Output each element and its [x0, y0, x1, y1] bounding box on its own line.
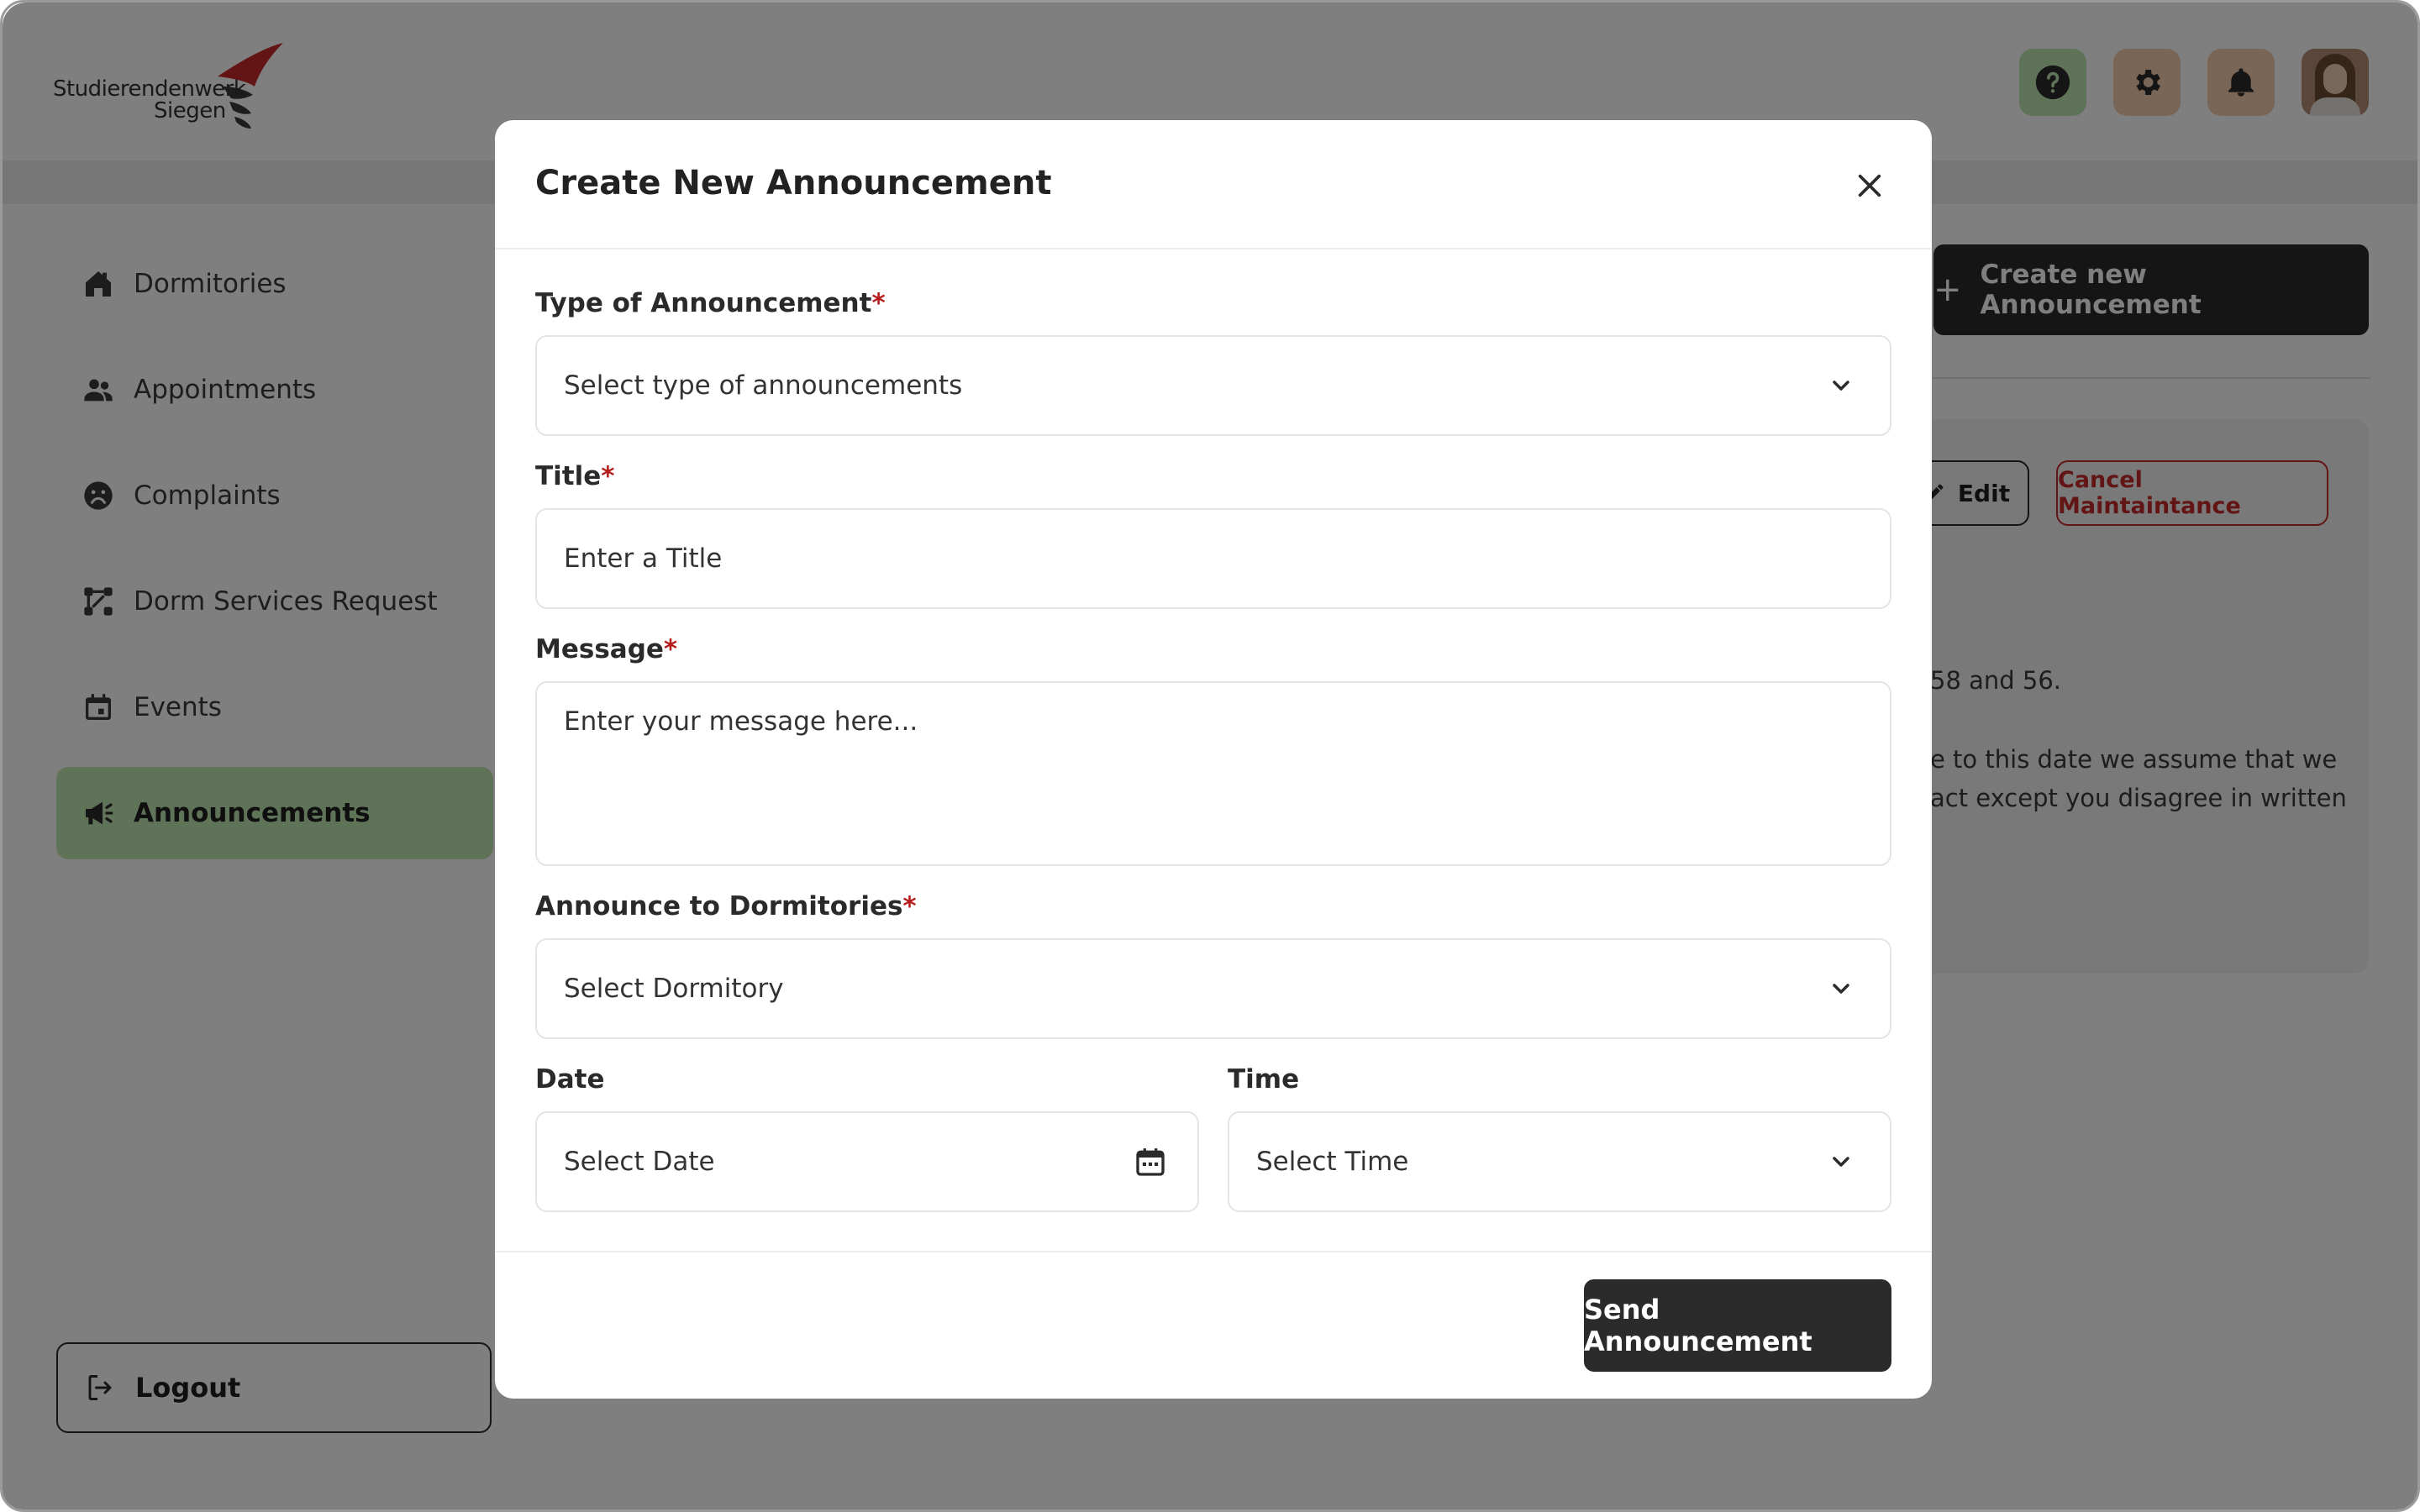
required-mark: *: [871, 288, 886, 318]
send-label: Send Announcement: [1584, 1294, 1812, 1357]
dormitory-select[interactable]: Select Dormitory: [535, 938, 1891, 1039]
date-picker[interactable]: Select Date: [535, 1111, 1199, 1212]
required-mark: *: [902, 891, 917, 921]
chevron-down-icon: [1833, 381, 1849, 391]
type-label: Type of Announcement*: [535, 288, 886, 318]
calendar-icon[interactable]: [1134, 1145, 1167, 1179]
message-textarea[interactable]: Enter your message here...: [535, 681, 1891, 866]
title-input[interactable]: Enter a Title: [535, 508, 1891, 609]
send-announcement-button[interactable]: Send Announcement: [1584, 1279, 1891, 1372]
title-label: Title*: [535, 461, 615, 491]
modal-title: Create New Announcement: [535, 164, 1052, 202]
create-announcement-modal: Create New Announcement Type of Announce…: [495, 120, 1932, 1399]
close-button[interactable]: [1851, 167, 1888, 204]
required-mark: *: [601, 461, 615, 491]
time-placeholder: Select Time: [1256, 1147, 1409, 1177]
modal-header: Create New Announcement: [495, 120, 1932, 249]
message-placeholder: Enter your message here...: [564, 706, 918, 737]
chevron-down-icon: [1833, 984, 1849, 994]
title-input-placeholder: Enter a Title: [564, 543, 723, 574]
type-select[interactable]: Select type of announcements: [535, 335, 1891, 436]
time-label: Time: [1228, 1064, 1300, 1095]
app-window: Studierendenwerk Siegen: [0, 0, 2420, 1512]
date-label: Date: [535, 1064, 605, 1095]
dormitories-label: Announce to Dormitories*: [535, 891, 917, 921]
close-icon: [1858, 174, 1881, 197]
type-select-placeholder: Select type of announcements: [564, 370, 963, 401]
modal-footer-divider: [495, 1251, 1932, 1252]
time-select[interactable]: Select Time: [1228, 1111, 1891, 1212]
dormitory-select-placeholder: Select Dormitory: [564, 974, 784, 1004]
message-label: Message*: [535, 634, 678, 664]
date-placeholder: Select Date: [564, 1147, 715, 1177]
required-mark: *: [663, 634, 678, 664]
chevron-down-icon: [1833, 1157, 1849, 1167]
